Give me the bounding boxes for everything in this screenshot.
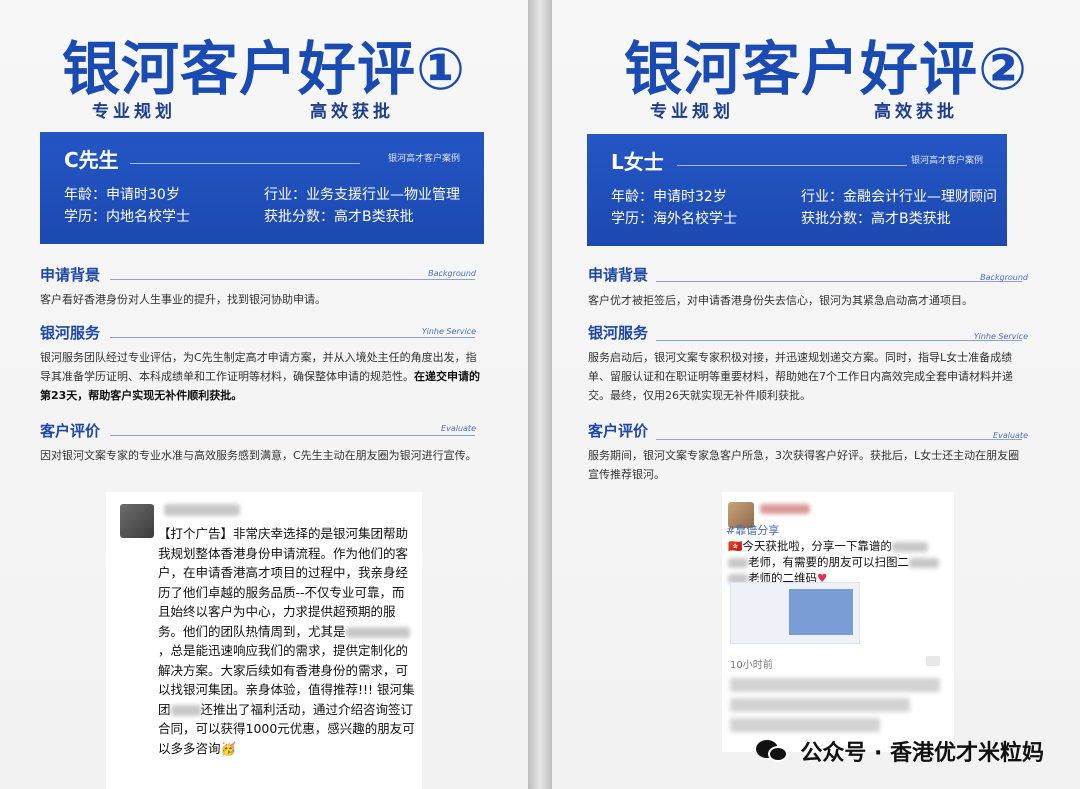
blurred-name [345, 626, 410, 638]
case-tag: 银河高才客户案例 [910, 156, 983, 166]
divider [656, 281, 1022, 282]
subtitle-professional: 专业规划 [650, 102, 734, 122]
post-text-part: 老师，有需要的朋友可以扫图二 [748, 555, 909, 569]
subtitle-efficient: 高效获批 [874, 102, 958, 122]
client-age: 年龄：申请时32岁 [611, 189, 727, 205]
blurred-name [909, 557, 939, 568]
section-heading-evaluate: 客户评价 [40, 422, 101, 440]
card-row: 学历：内地名校学士 获批分数：高才B类获批 [64, 206, 414, 226]
right-page: 银河客户好评② 专业规划 高效获批 L女士 银河高才客户案例 年龄：申请时32岁… [552, 0, 1080, 789]
more-icon[interactable] [926, 656, 940, 666]
section-heading-background: 申请背景 [40, 266, 101, 284]
moments-post: #靠谱分享 🇭🇰今天获批啦，分享一下靠谱的 老师，有需要的朋友可以扫图二 老师的… [722, 492, 954, 752]
client-name: L女士 [611, 150, 664, 174]
section-english-background: Background [980, 273, 1028, 282]
divider [110, 337, 475, 338]
client-name: C先生 [64, 148, 119, 172]
post-text: 【打个广告】非常庆幸选择的是银河集团帮助我规划整体香港身份申请流程。作为他们的客… [158, 524, 416, 758]
blurred-name [170, 704, 201, 716]
divider [110, 435, 475, 436]
client-card: L女士 银河高才客户案例 年龄：申请时32岁 行业：金融会计行业—理财顾问 学历… [587, 134, 1007, 246]
flag-icon: 🇭🇰 [728, 539, 743, 553]
card-row: 年龄：申请时30岁 行业：业务支援行业—物业管理 [64, 184, 460, 204]
avatar [120, 504, 154, 538]
section-heading-background: 申请背景 [588, 266, 649, 284]
service-text: 银河服务团队经过专业评估，为C先生制定高才申请方案，并从入境处主任的角度出发，指… [40, 351, 477, 383]
client-card: C先生 银河高才客户案例 年龄：申请时30岁 行业：业务支援行业—物业管理 学历… [40, 132, 484, 244]
client-age: 年龄：申请时30岁 [64, 187, 180, 203]
wechat-icon [756, 738, 790, 764]
divider [656, 439, 1022, 440]
blurred-comment [730, 678, 940, 692]
client-score: 获批分数：高才B类获批 [801, 211, 951, 227]
client-score: 获批分数：高才B类获批 [264, 209, 414, 225]
post-time: 10小时前 [730, 660, 773, 671]
blurred-username [164, 504, 240, 516]
section-heading-evaluate: 客户评价 [588, 422, 649, 440]
blurred-comment [730, 718, 880, 732]
section-text-evaluate: 因对银河文案专家的专业水准与高效服务感到满意，C先生主动在朋友圈为银河进行宣传。 [40, 449, 477, 462]
client-industry: 行业：金融会计行业—理财顾问 [801, 189, 997, 205]
post-hashtag: #靠谱分享 [726, 524, 780, 537]
blurred-username [760, 504, 810, 514]
section-heading-service: 银河服务 [588, 324, 649, 342]
post-text: 🇭🇰今天获批啦，分享一下靠谱的 老师，有需要的朋友可以扫图二 老师的二维码♥ [728, 538, 952, 586]
post-text-part: 【打个广告】非常庆幸选择的是银河集团帮助我规划整体香港身份申请流程。作为他们的客… [158, 526, 409, 639]
section-english-background: Background [428, 269, 476, 278]
watermark: 公众号 · 香港优才米粒妈 [756, 735, 1044, 767]
client-education: 学历：海外名校学士 [611, 211, 737, 227]
divider [110, 279, 475, 280]
section-english-evaluate: Evaluate [993, 431, 1028, 440]
blurred-name [728, 557, 748, 568]
blurred-comment [730, 698, 910, 712]
card-row: 学历：海外名校学士 获批分数：高才B类获批 [611, 208, 951, 228]
book-spine [528, 0, 552, 789]
watermark-text: 公众号 · 香港优才米粒妈 [800, 741, 1044, 766]
page-title: 银河客户好评② [623, 35, 1029, 103]
moments-post: 【打个广告】非常庆幸选择的是银河集团帮助我规划整体香港身份申请流程。作为他们的客… [106, 492, 422, 789]
left-page: 银河客户好评① 专业规划 高效获批 C先生 银河高才客户案例 年龄：申请时30岁… [0, 0, 528, 789]
section-text-background: 客户看好香港身份对人生事业的提升，找到银河协助申请。 [40, 293, 326, 306]
divider [656, 340, 1022, 341]
blurred-name [891, 541, 928, 552]
attached-image [730, 582, 860, 644]
page-title: 银河客户好评① [61, 35, 467, 103]
image-content [789, 589, 853, 635]
section-heading-service: 银河服务 [40, 324, 101, 342]
subtitle-professional: 专业规划 [92, 102, 176, 122]
section-text-background: 客户优才被拒签后，对申请香港身份失去信心，银河为其紧急启动高才通项目。 [588, 294, 973, 307]
case-tag: 银河高才客户案例 [387, 154, 460, 164]
section-english-service: Yinhe Service [973, 332, 1028, 341]
divider [130, 163, 360, 164]
section-text-evaluate: 服务期间，银河文案专家急客户所急，3次获得客户好评。获批后，L女士还主动在朋友圈… [588, 449, 1020, 481]
section-english-evaluate: Evaluate [441, 424, 476, 433]
card-row: 年龄：申请时32岁 行业：金融会计行业—理财顾问 [611, 186, 997, 206]
section-text-service: 服务启动后，银河文案专家积极对接，并迅速规划递交方案。同时，指导L女士准备成绩单… [588, 351, 1013, 402]
subtitle-efficient: 高效获批 [310, 102, 394, 122]
divider [677, 165, 907, 166]
post-text-part: 今天获批啦，分享一下靠谱的 [742, 539, 892, 553]
client-industry: 行业：业务支援行业—物业管理 [264, 187, 460, 203]
section-english-service: Yinhe Service [421, 327, 476, 336]
section-text-service: 银河服务团队经过专业评估，为C先生制定高才申请方案，并从入境处主任的角度出发，指… [40, 348, 486, 405]
client-education: 学历：内地名校学士 [64, 209, 190, 225]
